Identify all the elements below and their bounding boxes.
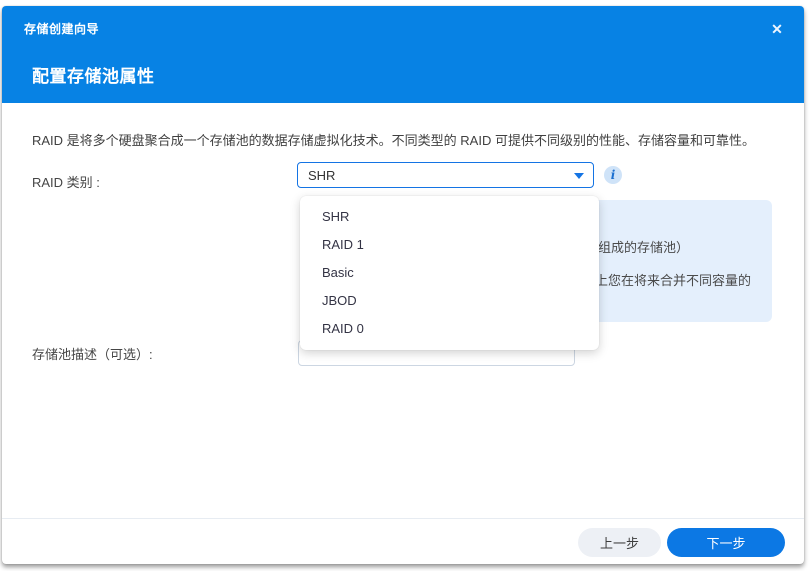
dialog-header: 存储创建向导 ✕ 配置存储池属性 bbox=[2, 6, 804, 103]
raid-type-label: RAID 类别 : bbox=[32, 175, 100, 190]
raid-description-text: RAID 是将多个硬盘聚合成一个存储池的数据存储虚拟化技术。不同类型的 RAID… bbox=[32, 133, 755, 148]
dropdown-option-raid1[interactable]: RAID 1 bbox=[300, 231, 599, 259]
pool-description-label: 存储池描述（可选）: bbox=[32, 347, 153, 362]
page-title: 配置存储池属性 bbox=[32, 67, 155, 86]
storage-wizard-dialog: 存储创建向导 ✕ 配置存储池属性 RAID 是将多个硬盘聚合成一个存储池的数据存… bbox=[2, 6, 804, 564]
footer-divider bbox=[2, 518, 804, 519]
dropdown-option-raid0[interactable]: RAID 0 bbox=[300, 315, 599, 343]
back-button[interactable]: 上一步 bbox=[578, 528, 661, 557]
raid-info-line-1: 组成的存储池） bbox=[598, 240, 690, 255]
dropdown-option-shr[interactable]: SHR bbox=[300, 203, 599, 231]
raid-info-line-2: 上您在将来合并不同容量的 bbox=[595, 273, 752, 288]
dropdown-option-basic[interactable]: Basic bbox=[300, 259, 599, 287]
next-button[interactable]: 下一步 bbox=[667, 528, 785, 557]
close-icon[interactable]: ✕ bbox=[766, 18, 788, 40]
info-icon[interactable]: i bbox=[604, 166, 622, 184]
dialog-title: 存储创建向导 bbox=[24, 22, 100, 36]
chevron-down-icon bbox=[574, 173, 584, 179]
dropdown-option-jbod[interactable]: JBOD bbox=[300, 287, 599, 315]
raid-type-combobox[interactable]: SHR bbox=[297, 162, 594, 188]
raid-type-selected-value: SHR bbox=[308, 168, 336, 183]
raid-type-dropdown-panel: SHR RAID 1 Basic JBOD RAID 0 bbox=[300, 196, 599, 350]
